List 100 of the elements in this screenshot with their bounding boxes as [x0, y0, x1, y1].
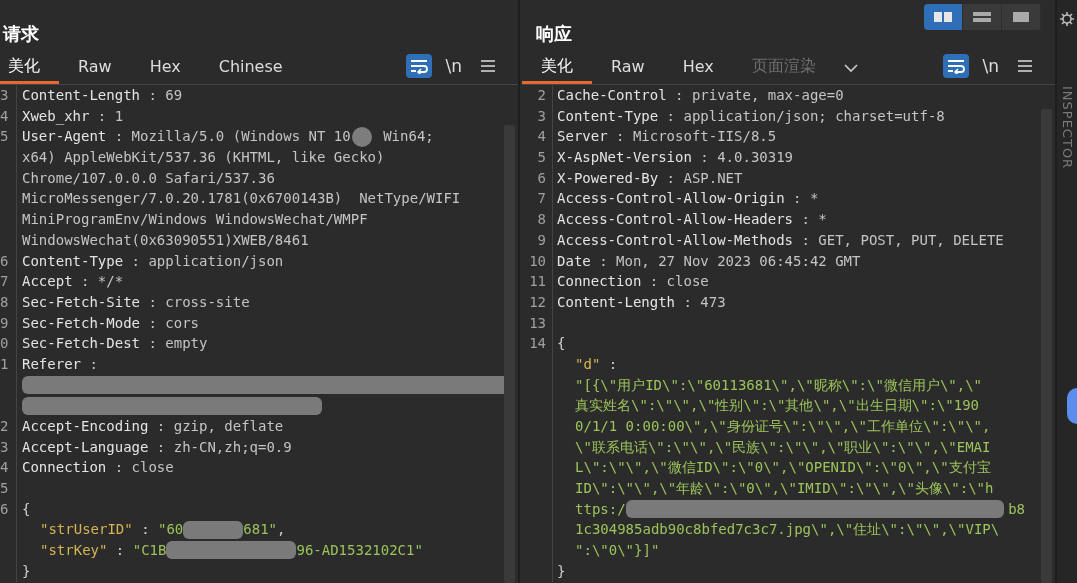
- code-line: Sec-Fetch-Mode : cors: [22, 313, 201, 333]
- code-line: Cache-Control : private, max-age=0: [557, 86, 845, 105]
- code-line: {: [22, 499, 32, 519]
- tab[interactable]: 美化: [522, 48, 593, 84]
- newline-button[interactable]: \n: [441, 53, 467, 79]
- line-number: 5: [0, 126, 17, 148]
- wrap-icon: [408, 58, 429, 74]
- code-line: {: [557, 334, 567, 354]
- line-number: 4: [0, 457, 17, 479]
- code-line: Sec-Fetch-Dest : empty: [22, 334, 209, 354]
- code-line: MiniProgramEnv/Windows WindowsWechat/WMPF: [22, 210, 369, 230]
- line-number: 6: [522, 167, 554, 189]
- code-line: Connection : close: [22, 458, 175, 478]
- code-line: "d" :: [574, 354, 619, 374]
- scrollbar[interactable]: [504, 125, 516, 583]
- code-text: "60: [158, 520, 184, 540]
- code-line: 真实姓名\":\"\",\"性别\":\"其他\",\"出生日期\":\"190: [574, 396, 981, 416]
- line-number: 3: [0, 436, 17, 458]
- code-text: Win64;: [382, 127, 434, 147]
- line-number: 14: [522, 333, 554, 354]
- tab[interactable]: Hex: [130, 48, 200, 84]
- code-text: : Mozilla/5.0 (Windows NT 10: [113, 127, 351, 147]
- code-line: "[{\"用户ID\":\"60113681\",\"昵称\":\"微信用户\",\": [574, 375, 984, 395]
- code-text: 96-AD1532102C1": [296, 541, 423, 561]
- code-text: ttps:/: [575, 499, 626, 519]
- code-text: :: [140, 520, 151, 540]
- redaction-mark: [183, 520, 244, 539]
- code-line: Content-Type : application/json: [22, 251, 285, 271]
- code-line: Content-Length : 69: [22, 86, 184, 105]
- line-number: 8: [0, 291, 17, 313]
- code-line: 1c304985adb90c8bfed7c3c7.jpg\",\"住址\":\"\",\"VIP\: [574, 520, 1001, 540]
- code-text: :: [114, 541, 126, 561]
- chevron-down-icon: [842, 63, 859, 73]
- line-number: 5: [0, 478, 17, 499]
- code-text: User-Agent: [22, 127, 107, 147]
- code-line: Xweb_xhr : 1: [22, 106, 125, 127]
- line-number: 10: [522, 250, 554, 272]
- tab[interactable]: 美化: [0, 48, 59, 84]
- code-line: x64) AppleWebKit/537.36 (KHTML, like Gecko): [22, 148, 386, 168]
- newline-button[interactable]: \n: [978, 53, 1004, 79]
- code-line: WindowsWechat(0x63090551)XWEB/8461: [22, 230, 310, 250]
- code-text: "strUserID": [40, 520, 133, 540]
- code-text: b8: [1008, 499, 1026, 519]
- code-line: Chrome/107.0.0.0 Safari/537.36: [22, 168, 276, 188]
- code-text: ,: [277, 520, 286, 540]
- code-text: "strKey": [40, 541, 108, 561]
- code-line: Content-Type : application/json; charset=utf-8: [557, 106, 946, 126]
- code-line: Access-Control-Allow-Origin : *: [557, 189, 820, 209]
- floating-button[interactable]: [1067, 388, 1077, 424]
- wrap-button[interactable]: [405, 54, 432, 78]
- two-columns-icon: [933, 10, 954, 24]
- tab[interactable]: Hex: [663, 48, 733, 84]
- line-number: 3: [0, 85, 17, 106]
- line-number: 2: [522, 85, 554, 106]
- wrap-button[interactable]: [942, 54, 969, 78]
- line-number: 1: [0, 353, 17, 375]
- code-line: X-AspNet-Version : 4.0.30319: [557, 148, 795, 168]
- line-number: 7: [522, 188, 554, 210]
- tab[interactable]: Raw: [592, 48, 664, 84]
- inspector-label[interactable]: INSPECTOR: [1059, 86, 1075, 170]
- code-line: Server : Microsoft-IIS/8.5: [557, 127, 778, 147]
- code-line: ID\":\"\",\"年龄\":\"0\",\"IMID\":\"\",\"头像\":\"h: [574, 479, 995, 499]
- line-number: 5: [522, 147, 554, 168]
- tab[interactable]: Chinese: [199, 48, 302, 84]
- tab[interactable]: Raw: [59, 48, 131, 84]
- code-line: Date : Mon, 27 Nov 2023 06:45:42 GMT: [557, 251, 862, 271]
- code-line: }: [22, 561, 32, 581]
- single-pane-icon: [1011, 10, 1032, 24]
- code-line: 0/1/1 0:00:00\",\"身份证号\":\"\",\"工作单位\":\"\",: [574, 417, 992, 436]
- code-line: }: [557, 561, 567, 581]
- line-number: 6: [0, 498, 17, 520]
- code-text: "C1B: [132, 541, 167, 561]
- line-number: 2: [0, 416, 17, 437]
- code-text: 681": [243, 520, 278, 540]
- line-number: 8: [522, 209, 554, 230]
- pane-title: 响应: [536, 22, 573, 46]
- line-number: 13: [522, 312, 554, 334]
- settings-icon: [1060, 12, 1074, 26]
- menu-icon: [480, 59, 497, 73]
- layout-button[interactable]: [924, 4, 964, 30]
- code-line: Access-Control-Allow-Methods : GET, POST, PUT, DELETE: [557, 230, 1005, 250]
- menu-icon: [1017, 59, 1034, 73]
- code-line: Access-Control-Allow-Headers : *: [557, 210, 828, 230]
- pane-title: 请求: [3, 22, 39, 46]
- code-line: Accept : */*: [22, 272, 125, 292]
- line-number: 11: [522, 271, 554, 292]
- line-number: 6: [0, 250, 17, 272]
- cursor-dot: [351, 126, 372, 147]
- code-line: Referer :: [22, 354, 99, 374]
- two-rows-icon: [972, 10, 993, 24]
- code-line: Sec-Fetch-Site : cross-site: [22, 292, 251, 312]
- line-number: 12: [522, 291, 554, 313]
- wrap-icon: [945, 58, 966, 74]
- line-number: 9: [0, 312, 17, 334]
- code-line: ":\"0\"}]": [574, 541, 661, 561]
- line-number: 9: [522, 229, 554, 251]
- line-number: 4: [522, 126, 554, 148]
- code-line: L\":\"\",\"微信ID\":\"0\",\"OPENID\":\"0\",\"支付宝: [574, 458, 992, 478]
- code-line: Accept-Encoding : gzip, deflate: [22, 417, 285, 436]
- code-line: Accept-Language : zh-CN,zh;q=0.9: [22, 437, 293, 457]
